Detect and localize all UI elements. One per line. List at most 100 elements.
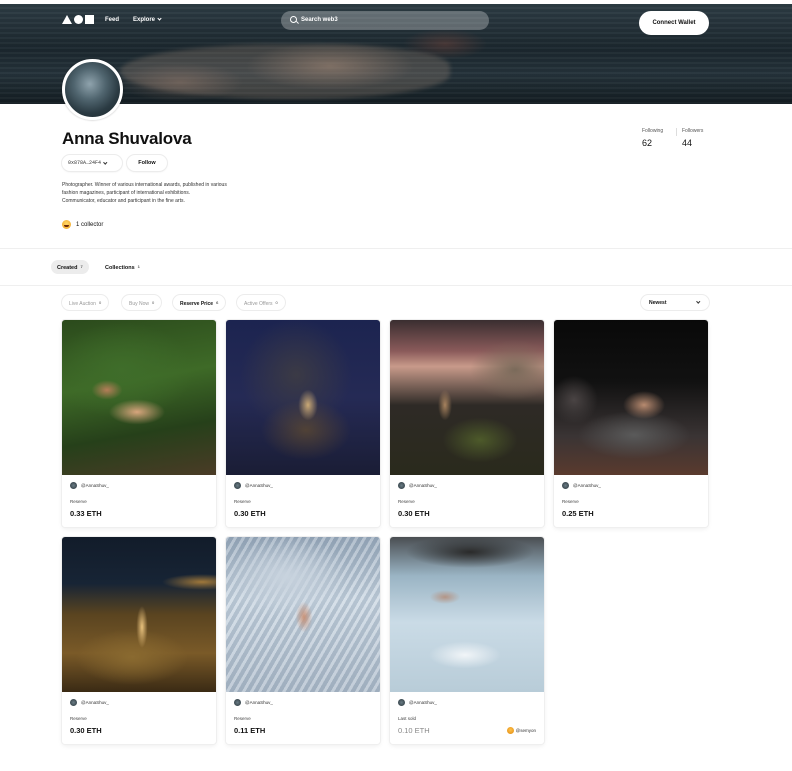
artwork-image[interactable]	[62, 537, 216, 692]
tab-created[interactable]: Created 7	[51, 260, 89, 274]
following-stat[interactable]: Following 62	[642, 128, 663, 148]
filter-label: Live Auction	[69, 301, 96, 307]
avatar	[562, 482, 569, 489]
tab-label: Created	[57, 265, 78, 271]
wallet-address-button[interactable]: 0x878A…24F4	[62, 155, 122, 171]
owner[interactable]: @AnnaShuv_	[70, 699, 109, 706]
filter-count: 6	[216, 300, 219, 305]
logo-triangle-icon	[62, 15, 72, 24]
nav-explore-label: Explore	[133, 17, 156, 23]
artwork-card[interactable]: @AnnaShuv_ Reserve 0.30 ETH	[390, 320, 544, 527]
price-value: 0.33 ETH	[70, 509, 102, 518]
filter-live-auction[interactable]: Live Auction 0	[62, 295, 109, 310]
price-label: Reserve	[234, 499, 251, 504]
logo[interactable]	[62, 15, 94, 24]
profile-name: Anna Shuvalova	[62, 129, 192, 148]
collectors-count: 1 collector	[76, 221, 104, 228]
follow-button[interactable]: Follow	[127, 155, 167, 171]
tab-collections[interactable]: Collections 1	[99, 260, 146, 274]
tab-count: 1	[137, 264, 140, 269]
search-input[interactable]: Search web3	[281, 11, 489, 30]
owner-handle: @AnnaShuv_	[245, 700, 273, 705]
filter-active-offers[interactable]: Active Offers 0	[237, 295, 285, 310]
price-value: 0.25 ETH	[562, 509, 594, 518]
filter-label: Active Offers	[244, 301, 273, 307]
artwork-card[interactable]: @AnnaShuv_ Reserve 0.33 ETH	[62, 320, 216, 527]
divider	[0, 285, 792, 286]
followers-count: 44	[682, 138, 693, 148]
price-value: 0.30 ETH	[398, 509, 430, 518]
following-count: 62	[642, 138, 653, 148]
chevron-down-icon	[103, 159, 108, 164]
avatar	[70, 482, 77, 489]
tab-count: 7	[80, 264, 83, 269]
owner[interactable]: @AnnaShuv_	[70, 482, 109, 489]
filter-reserve-price[interactable]: Reserve Price 6	[173, 295, 226, 310]
owner[interactable]: @AnnaShuv_	[398, 482, 437, 489]
owner-handle: @AnnaShuv_	[409, 483, 437, 488]
banner-photo	[120, 44, 450, 99]
stat-divider	[676, 128, 677, 136]
artwork-image[interactable]	[554, 320, 708, 475]
buyer-handle: @semyon	[515, 728, 536, 733]
price-value: 0.11 ETH	[234, 726, 266, 735]
following-label: Following	[642, 128, 664, 134]
avatar	[70, 699, 77, 706]
avatar	[398, 699, 405, 706]
price-label: Last sold	[398, 716, 417, 721]
nav-feed[interactable]: Feed	[105, 17, 119, 23]
artwork-card[interactable]: @AnnaShuv_ Last sold 0.10 ETH @semyon	[390, 537, 544, 744]
connect-wallet-button[interactable]: Connect Wallet	[639, 11, 709, 35]
filter-count: 0	[275, 300, 278, 305]
owner-handle: @AnnaShuv_	[409, 700, 437, 705]
owner[interactable]: @AnnaShuv_	[562, 482, 601, 489]
buyer-emoji-icon	[506, 727, 514, 734]
price-label: Reserve	[70, 716, 87, 721]
price-value: 0.10 ETH	[398, 726, 430, 735]
sort-dropdown[interactable]: Newest	[641, 295, 709, 310]
artwork-card[interactable]: @AnnaShuv_ Reserve 0.30 ETH	[62, 537, 216, 744]
owner-handle: @AnnaShuv_	[573, 483, 601, 488]
artwork-card[interactable]: @AnnaShuv_ Reserve 0.25 ETH	[554, 320, 708, 527]
divider	[0, 248, 792, 249]
avatar	[234, 699, 241, 706]
profile-bio: Photographer. Winner of various internat…	[62, 181, 272, 205]
artwork-image[interactable]	[226, 537, 380, 692]
price-value: 0.30 ETH	[234, 509, 266, 518]
owner[interactable]: @AnnaShuv_	[234, 699, 273, 706]
owner-handle: @AnnaShuv_	[81, 700, 109, 705]
bio-line: Photographer. Winner of various internat…	[62, 182, 227, 188]
owner-handle: @AnnaShuv_	[81, 483, 109, 488]
price-label: Reserve	[398, 499, 415, 504]
sort-value: Newest	[649, 300, 667, 306]
avatar	[398, 482, 405, 489]
logo-square-icon	[85, 15, 94, 24]
artwork-image[interactable]	[390, 320, 544, 475]
chevron-down-icon	[695, 299, 700, 304]
buyer[interactable]: @semyon	[506, 727, 536, 734]
search-icon	[290, 16, 297, 23]
profile-avatar	[62, 59, 123, 120]
filter-label: Buy Now	[129, 301, 150, 307]
artwork-image[interactable]	[62, 320, 216, 475]
collector-emoji-icon	[62, 220, 71, 229]
price-label: Reserve	[234, 716, 251, 721]
chevron-down-icon	[157, 16, 162, 21]
owner[interactable]: @AnnaShuv_	[234, 482, 273, 489]
top-nav: Feed Explore Search web3 Connect Wallet	[0, 4, 792, 38]
owner-handle: @AnnaShuv_	[245, 483, 273, 488]
nav-explore[interactable]: Explore	[133, 16, 162, 23]
price-value: 0.30 ETH	[70, 726, 102, 735]
artwork-image[interactable]	[226, 320, 380, 475]
price-label: Reserve	[562, 499, 579, 504]
artwork-card[interactable]: @AnnaShuv_ Reserve 0.30 ETH	[226, 320, 380, 527]
collectors-link[interactable]: 1 collector	[62, 220, 103, 229]
followers-stat[interactable]: Followers 44	[682, 128, 703, 148]
wallet-address: 0x878A…24F4	[68, 160, 102, 166]
bio-line: Communicator, educator and participant i…	[62, 198, 185, 204]
owner[interactable]: @AnnaShuv_	[398, 699, 437, 706]
artwork-card[interactable]: @AnnaShuv_ Reserve 0.11 ETH	[226, 537, 380, 744]
filter-buy-now[interactable]: Buy Now 0	[122, 295, 162, 310]
filter-count: 0	[98, 300, 102, 305]
artwork-image[interactable]	[390, 537, 544, 692]
